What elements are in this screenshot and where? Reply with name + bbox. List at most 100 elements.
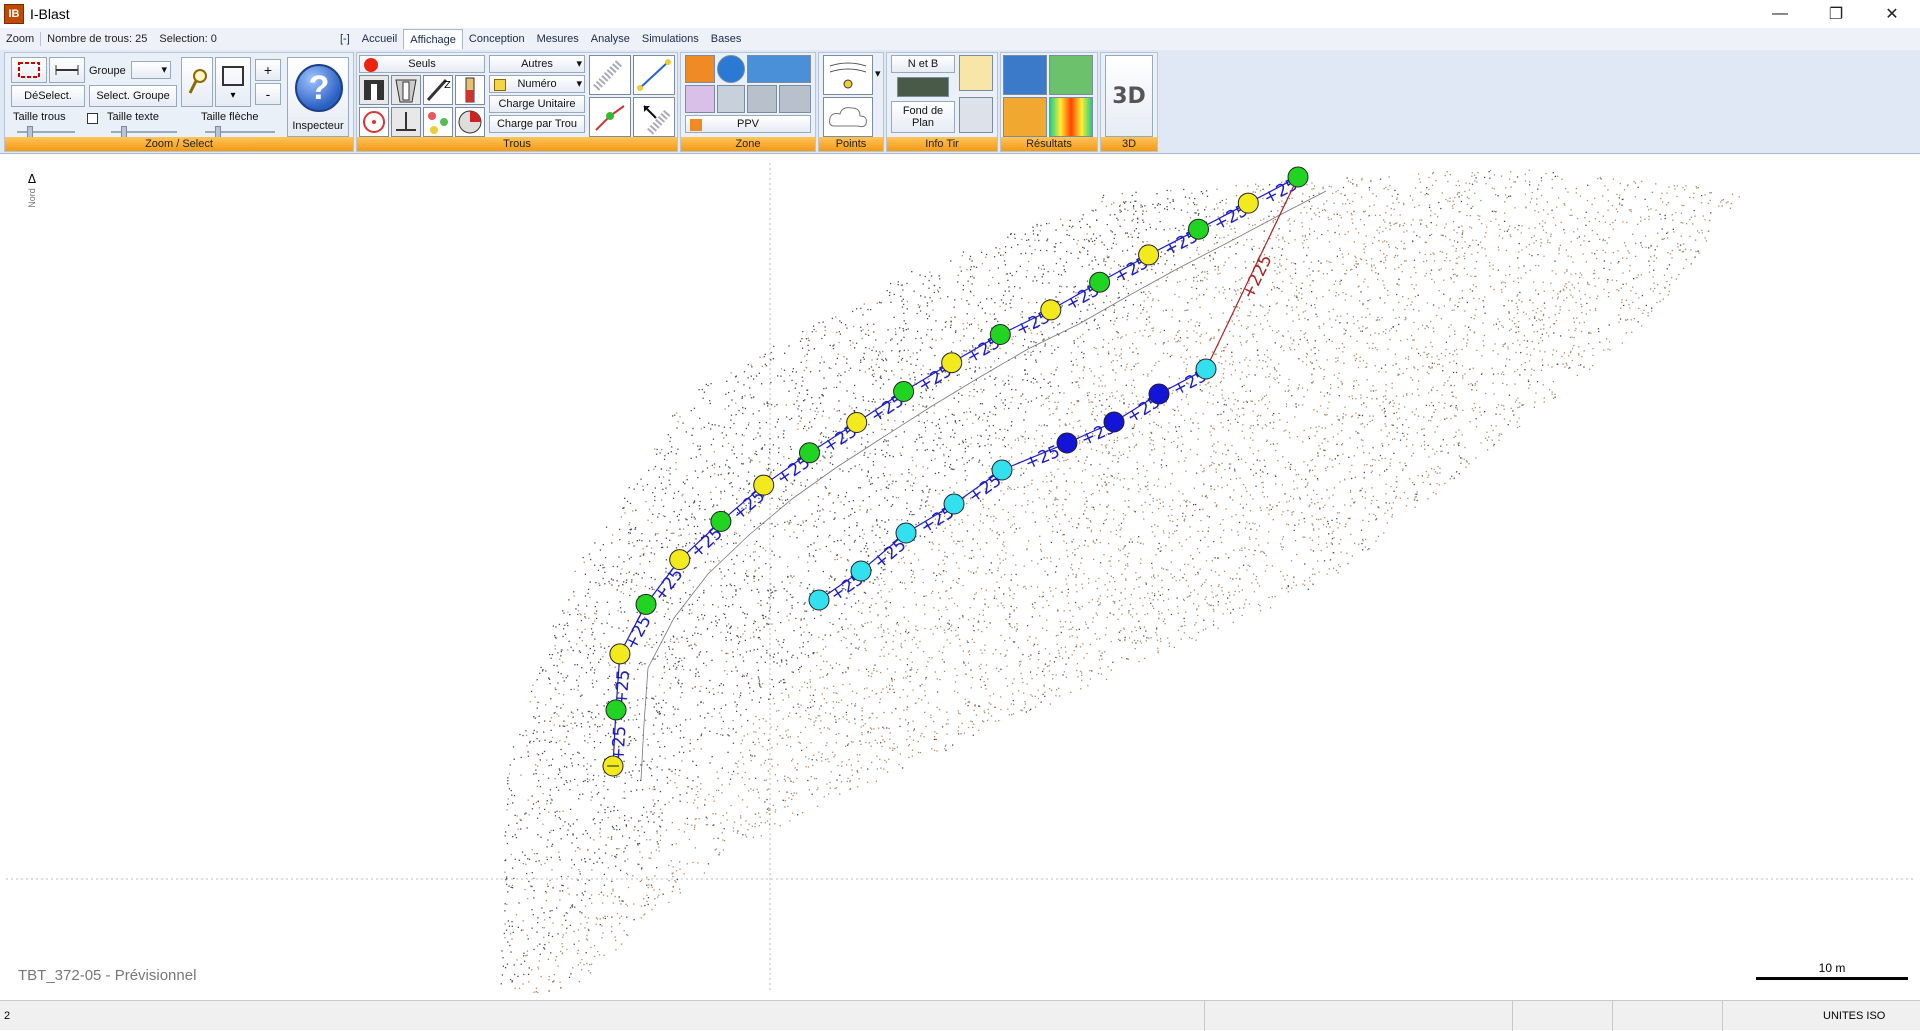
resultats-grid-icon[interactable] [1003,55,1047,95]
zone-t-icon[interactable] [717,85,745,113]
chevron-down-icon[interactable]: ▾ [875,67,881,80]
calculator-icon[interactable] [959,97,993,133]
tab-bases[interactable]: Bases [705,29,748,49]
charge-par-trou-button[interactable]: Charge par Trou [489,115,585,133]
point-cloud-dot [666,530,667,531]
pointer-icon[interactable] [633,97,675,137]
point-cloud-dot [1696,188,1697,189]
hole-section-icon[interactable] [359,75,389,105]
collapse-ribbon-button[interactable]: [-] [334,29,356,49]
resultats-tornado-icon[interactable] [1049,55,1093,95]
point-cloud-dot [799,647,800,648]
point-cloud-dot [762,746,763,747]
close-button[interactable]: ✕ [1864,0,1920,28]
resultats-heatmap-icon[interactable] [1049,97,1093,137]
stemming-icon[interactable] [391,75,421,105]
points-layers-icon[interactable] [823,55,873,95]
autres-button[interactable]: Autres ▾ [489,55,585,73]
resultats-fragment-icon[interactable] [1003,97,1047,137]
depth-icon[interactable] [391,107,421,137]
angle-icon[interactable]: Z [423,75,453,105]
groupe-select[interactable]: ▾ [131,61,171,79]
n-et-b-button[interactable]: N et B [891,55,955,73]
select-groupe-button[interactable]: Select. Groupe [89,85,177,107]
point-cloud-dot [1279,419,1280,420]
tab-accueil[interactable]: Accueil [356,29,403,49]
point-cloud-dot [1662,201,1663,202]
zone-frame-icon[interactable] [685,85,715,113]
info-tir-icon[interactable] [959,55,993,91]
view-3d-button[interactable]: 3D [1105,55,1153,137]
tab-mesures[interactable]: Mesures [531,29,585,49]
point-cloud-dot [1154,485,1155,486]
zoom-in-button[interactable]: + [255,59,281,81]
tab-affichage[interactable]: Affichage [403,29,463,49]
measure-button[interactable] [49,57,85,83]
point-cloud-dot [1694,216,1695,217]
point-cloud-dot [533,741,534,742]
point-cloud-dot [581,912,582,913]
point-cloud-dot [753,551,754,552]
zoom-extent-button[interactable]: ▾ [215,57,251,107]
point-cloud-dot [1209,516,1210,517]
tab-conception[interactable]: Conception [463,29,531,49]
charge-icon[interactable] [455,75,485,105]
arrow-up-icon[interactable] [747,85,777,113]
arrow-down-icon[interactable] [779,85,811,113]
zoom-out-button[interactable]: - [255,83,281,105]
point-cloud-dot [1672,220,1673,221]
point-cloud-dot [1136,228,1137,229]
point-cloud-dot [1531,374,1532,375]
minimize-button[interactable]: — [1752,0,1808,28]
tab-simulations[interactable]: Simulations [636,29,705,49]
point-cloud-dot [1197,454,1198,455]
blast-plan-canvas[interactable]: +25+25+25+25+25+25+25+25+25+25+25+25+25+… [6,163,1914,993]
rss-icon[interactable] [685,55,715,83]
deselect-button[interactable]: DéSelect. [11,85,85,107]
cloud-icon[interactable] [823,97,873,137]
line-tool-icon[interactable] [633,55,675,95]
taille-trous-slider[interactable] [17,131,75,133]
point-cloud-dot [1379,319,1380,320]
inspecteur-button[interactable]: ? Inspecteur [287,57,349,137]
zoom-rect-button[interactable] [11,57,47,83]
point-cloud-dot [1153,444,1154,445]
zoom-label: Zoom [0,33,40,45]
magnifier-button[interactable] [181,57,213,107]
point-cloud-dot [1128,659,1129,660]
sequence-icon[interactable] [423,107,453,137]
point-cloud-dot [647,901,648,902]
ppv-button[interactable]: PPV [685,115,811,133]
seuls-button[interactable]: Seuls [359,55,485,73]
taille-texte-checkbox[interactable] [87,113,98,124]
taille-fleche-slider[interactable] [205,131,275,133]
point-cloud-dot [631,791,632,792]
point-cloud-dot [566,949,567,950]
tab-analyse[interactable]: Analyse [585,29,636,49]
taille-texte-slider[interactable] [111,131,177,133]
point-cloud-dot [712,604,713,605]
point-cloud-dot [802,381,803,382]
point-cloud-dot [1417,389,1418,390]
connect-icon[interactable] [589,97,631,137]
fond-de-plan-button[interactable]: Fond de Plan [891,101,955,133]
point-cloud-dot [1674,185,1675,186]
pie-icon[interactable] [455,107,485,137]
point-cloud-dot [1362,488,1363,489]
charge-unitaire-button[interactable]: Charge Unitaire [489,95,585,113]
point-cloud-dot [920,295,921,296]
point-cloud-dot [1012,524,1013,525]
point-cloud-dot [1080,336,1081,337]
numero-button[interactable]: Numéro ▾ [489,75,585,93]
point-cloud-dot [1326,526,1327,527]
point-cloud-dot [823,521,824,522]
zone-icon[interactable] [717,55,745,83]
point-cloud-dot [1355,413,1356,414]
target-icon[interactable] [359,107,389,137]
maximize-button[interactable]: ❐ [1808,0,1864,28]
point-cloud-dot [1382,409,1383,410]
point-cloud-dot [1501,405,1502,406]
pattern-icon[interactable] [589,55,631,95]
link-zone-icon[interactable] [747,55,811,83]
point-cloud-dot [1213,624,1214,625]
